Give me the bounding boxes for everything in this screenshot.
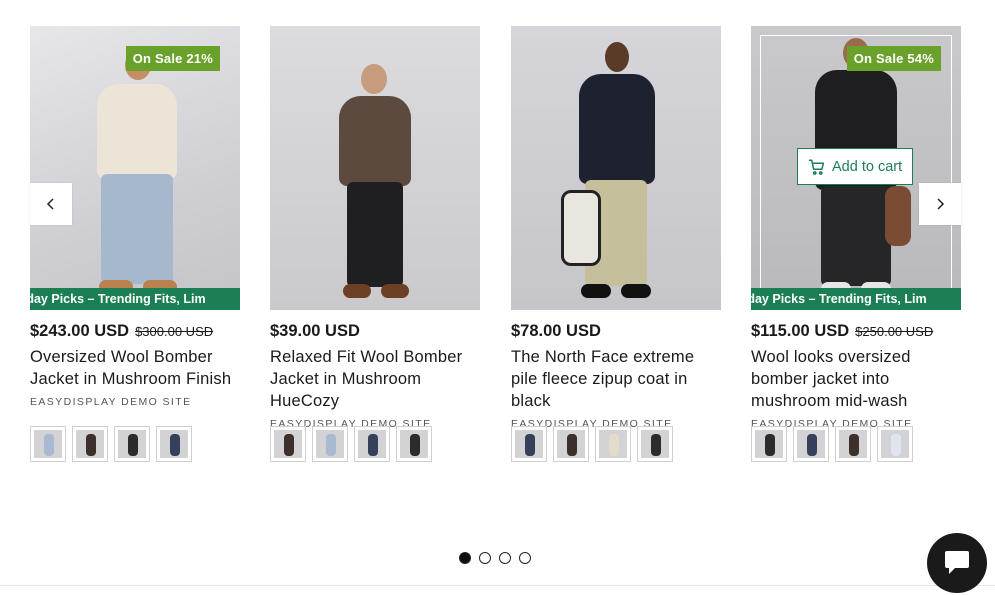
sale-price: $78.00 USD	[511, 322, 601, 340]
swatch-thumbnail	[118, 430, 146, 458]
swatch-figure	[849, 434, 859, 456]
product-carousel: On Sale 21% ck Friday Picks – Trending F…	[0, 0, 995, 595]
swatch-thumbnail	[34, 430, 62, 458]
model-figure	[561, 40, 671, 302]
swatch-thumbnail	[881, 430, 909, 458]
swatch-figure	[807, 434, 817, 456]
swatch-thumbnail	[316, 430, 344, 458]
color-swatch[interactable]	[835, 426, 871, 462]
swatch-figure	[525, 434, 535, 456]
sale-price: $39.00 USD	[270, 322, 360, 340]
product-card[interactable]: $78.00 USD The North Face extreme pile f…	[511, 26, 721, 430]
color-swatch[interactable]	[114, 426, 150, 462]
product-title[interactable]: Wool looks oversized bomber jacket into …	[751, 346, 961, 412]
swatch-thumbnail	[599, 430, 627, 458]
promo-ticker: ck Friday Picks – Trending Fits, Lim	[30, 288, 240, 310]
swatch-thumbnail	[839, 430, 867, 458]
carousel-prev-button[interactable]	[30, 183, 72, 225]
color-swatch[interactable]	[312, 426, 348, 462]
compare-price: $250.00 USD	[855, 324, 934, 339]
price-row: $115.00 USD $250.00 USD	[751, 322, 961, 341]
color-swatch[interactable]	[877, 426, 913, 462]
carousel-pagination	[459, 552, 531, 564]
sale-price: $115.00 USD	[751, 322, 850, 340]
add-to-cart-label: Add to cart	[832, 158, 903, 175]
chevron-right-icon	[937, 198, 945, 210]
swatch-thumbnail	[515, 430, 543, 458]
pagination-dot[interactable]	[499, 552, 511, 564]
swatch-figure	[765, 434, 775, 456]
swatch-thumbnail	[358, 430, 386, 458]
swatch-thumbnail	[160, 430, 188, 458]
swatch-figure	[170, 434, 180, 456]
product-image[interactable]: On Sale 21% ck Friday Picks – Trending F…	[30, 26, 240, 310]
swatch-row	[270, 426, 432, 462]
product-title[interactable]: The North Face extreme pile fleece zipup…	[511, 346, 721, 412]
color-swatch[interactable]	[751, 426, 787, 462]
color-swatch[interactable]	[511, 426, 547, 462]
product-image[interactable]	[511, 26, 721, 310]
add-to-cart-button[interactable]: Add to cart	[797, 148, 913, 185]
swatch-thumbnail	[641, 430, 669, 458]
chevron-left-icon	[46, 198, 54, 210]
carousel-next-button[interactable]	[919, 183, 961, 225]
color-swatch[interactable]	[396, 426, 432, 462]
swatch-thumbnail	[274, 430, 302, 458]
color-swatch[interactable]	[595, 426, 631, 462]
color-swatch[interactable]	[270, 426, 306, 462]
product-image[interactable]: On Sale 54% Add to cart ck Friday Picks …	[751, 26, 961, 310]
swatch-figure	[891, 434, 901, 456]
compare-price: $300.00 USD	[135, 324, 214, 339]
color-swatch[interactable]	[637, 426, 673, 462]
swatch-thumbnail	[400, 430, 428, 458]
pagination-dot[interactable]	[519, 552, 531, 564]
swatch-figure	[410, 434, 420, 456]
product-vendor: EASYDISPLAY DEMO SITE	[30, 396, 192, 408]
color-swatch[interactable]	[354, 426, 390, 462]
swatch-thumbnail	[557, 430, 585, 458]
color-swatch[interactable]	[30, 426, 66, 462]
price-row: $39.00 USD	[270, 322, 480, 341]
swatch-figure	[368, 434, 378, 456]
swatch-row	[30, 426, 192, 462]
swatch-figure	[326, 434, 336, 456]
color-swatch[interactable]	[793, 426, 829, 462]
color-swatch[interactable]	[553, 426, 589, 462]
sale-badge: On Sale 21%	[125, 46, 220, 71]
model-figure	[75, 44, 195, 304]
swatch-figure	[86, 434, 96, 456]
swatch-figure	[128, 434, 138, 456]
product-card[interactable]: On Sale 54% Add to cart ck Friday Picks …	[751, 26, 961, 430]
chat-bubble-icon	[945, 551, 969, 574]
promo-ticker: ck Friday Picks – Trending Fits, Lim	[751, 288, 961, 310]
sale-price: $243.00 USD	[30, 322, 130, 340]
color-swatch[interactable]	[72, 426, 108, 462]
swatch-row	[511, 426, 673, 462]
swatch-figure	[567, 434, 577, 456]
product-title[interactable]: Oversized Wool Bomber Jacket in Mushroom…	[30, 346, 240, 390]
chat-launcher-button[interactable]	[927, 533, 987, 593]
swatch-figure	[44, 434, 54, 456]
swatch-figure	[609, 434, 619, 456]
cart-icon	[808, 159, 825, 175]
swatch-thumbnail	[76, 430, 104, 458]
swatch-figure	[284, 434, 294, 456]
product-card[interactable]: $39.00 USD Relaxed Fit Wool Bomber Jacke…	[270, 26, 480, 430]
swatch-thumbnail	[755, 430, 783, 458]
swatch-figure	[651, 434, 661, 456]
swatch-row	[751, 426, 913, 462]
swatch-thumbnail	[797, 430, 825, 458]
product-title[interactable]: Relaxed Fit Wool Bomber Jacket in Mushro…	[270, 346, 480, 412]
sale-badge: On Sale 54%	[846, 46, 941, 71]
section-divider	[0, 585, 995, 586]
model-figure	[325, 62, 425, 302]
pagination-dot[interactable]	[479, 552, 491, 564]
price-row: $78.00 USD	[511, 322, 721, 341]
color-swatch[interactable]	[156, 426, 192, 462]
price-row: $243.00 USD $300.00 USD	[30, 322, 240, 341]
product-image[interactable]	[270, 26, 480, 310]
pagination-dot[interactable]	[459, 552, 471, 564]
